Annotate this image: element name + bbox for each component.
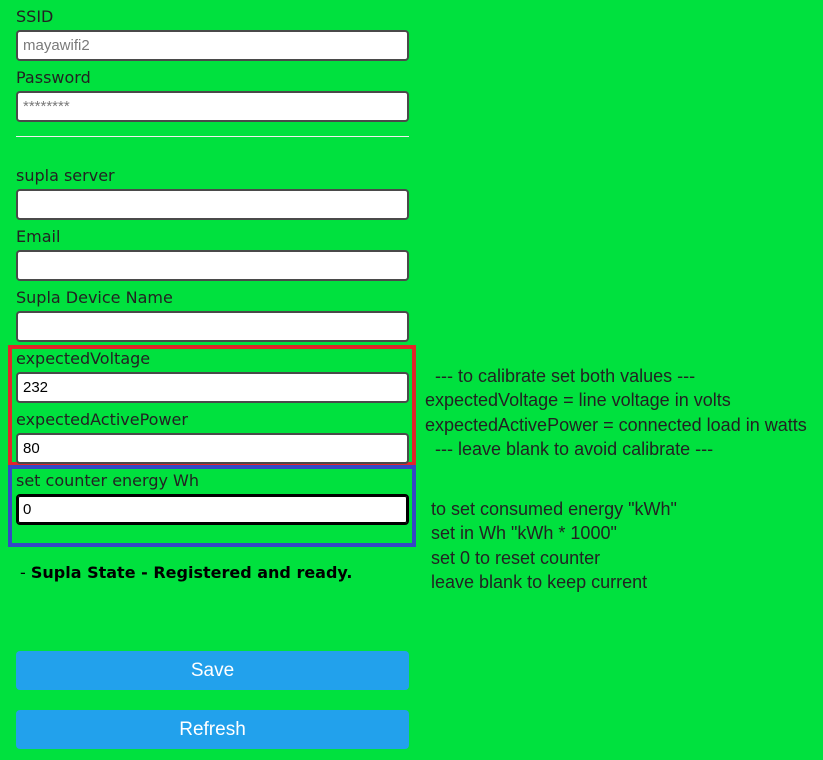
supla-state-prefix: - xyxy=(20,563,31,582)
password-label: Password xyxy=(16,68,91,87)
counter-note-3: set 0 to reset counter xyxy=(431,548,601,568)
expected-voltage-label: expectedVoltage xyxy=(16,349,151,368)
calibration-note-3: expectedActivePower = connected load in … xyxy=(425,415,807,435)
password-input[interactable] xyxy=(16,91,409,122)
counter-note-1: to set consumed energy "kWh" xyxy=(431,499,677,519)
ssid-label: SSID xyxy=(16,7,54,26)
supla-state-text: - Supla State - Registered and ready. xyxy=(20,563,352,583)
counter-energy-input[interactable] xyxy=(16,494,409,525)
counter-energy-label: set counter energy Wh xyxy=(16,471,199,490)
device-name-label: Supla Device Name xyxy=(16,288,173,307)
device-name-input[interactable] xyxy=(16,311,409,342)
email-input[interactable] xyxy=(16,250,409,281)
counter-note-4: leave blank to keep current xyxy=(431,572,648,592)
expected-active-power-label: expectedActivePower xyxy=(16,410,188,429)
refresh-button[interactable]: Refresh xyxy=(16,710,409,749)
email-label: Email xyxy=(16,227,61,246)
expected-voltage-input[interactable] xyxy=(16,372,409,403)
calibration-note-4: --- leave blank to avoid calibrate --- xyxy=(425,439,714,459)
ssid-input[interactable] xyxy=(16,30,409,61)
supla-server-input[interactable] xyxy=(16,189,409,220)
save-button[interactable]: Save xyxy=(16,651,409,690)
expected-active-power-input[interactable] xyxy=(16,433,409,464)
calibration-note-1: --- to calibrate set both values --- xyxy=(425,366,696,386)
supla-server-label: supla server xyxy=(16,166,115,185)
supla-state-value: Supla State - Registered and ready. xyxy=(30,563,353,582)
calibration-note-2: expectedVoltage = line voltage in volts xyxy=(425,390,731,410)
counter-note-2: set in Wh "kWh * 1000" xyxy=(431,523,617,543)
section-divider xyxy=(16,136,409,137)
